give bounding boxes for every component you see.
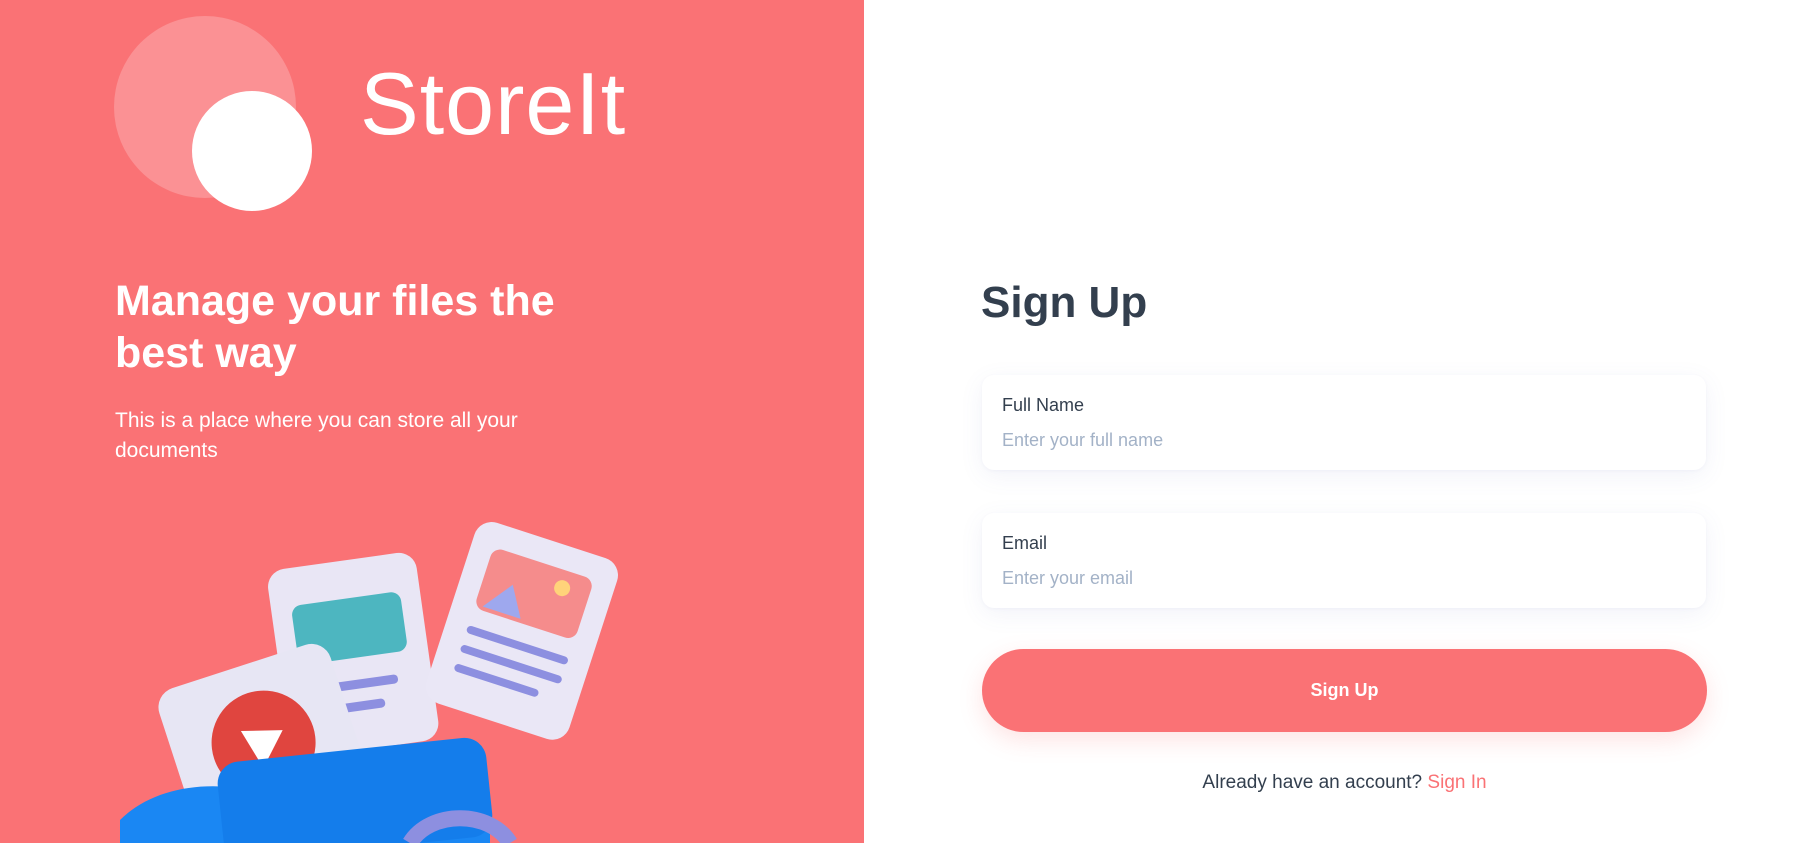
sign-up-button[interactable]: Sign Up <box>982 649 1707 732</box>
full-name-input[interactable] <box>1002 430 1686 451</box>
email-label: Email <box>1002 533 1048 553</box>
form-panel: Sign Up Full Name Email Sign Up Already … <box>864 0 1801 843</box>
brand-name: StoreIt <box>360 54 627 153</box>
brand-logo: StoreIt <box>114 16 674 216</box>
sign-in-prompt: Already have an account? Sign In <box>982 772 1707 794</box>
brand-panel: StoreIt Manage your files the best way T… <box>0 0 864 843</box>
form-title: Sign Up <box>981 278 1148 327</box>
full-name-field[interactable]: Full Name <box>982 375 1706 470</box>
email-field[interactable]: Email <box>982 513 1706 608</box>
files-illustration-icon <box>120 522 618 843</box>
sign-in-link[interactable]: Sign In <box>1427 772 1486 793</box>
full-name-label: Full Name <box>1002 395 1085 415</box>
sign-in-prompt-text: Already have an account? <box>1202 772 1423 793</box>
hero-subtitle: This is a place where you can store all … <box>115 409 518 462</box>
logo-circle-small <box>192 91 312 211</box>
hero-title: Manage your files the best way <box>115 277 555 377</box>
email-input[interactable] <box>1002 568 1686 589</box>
